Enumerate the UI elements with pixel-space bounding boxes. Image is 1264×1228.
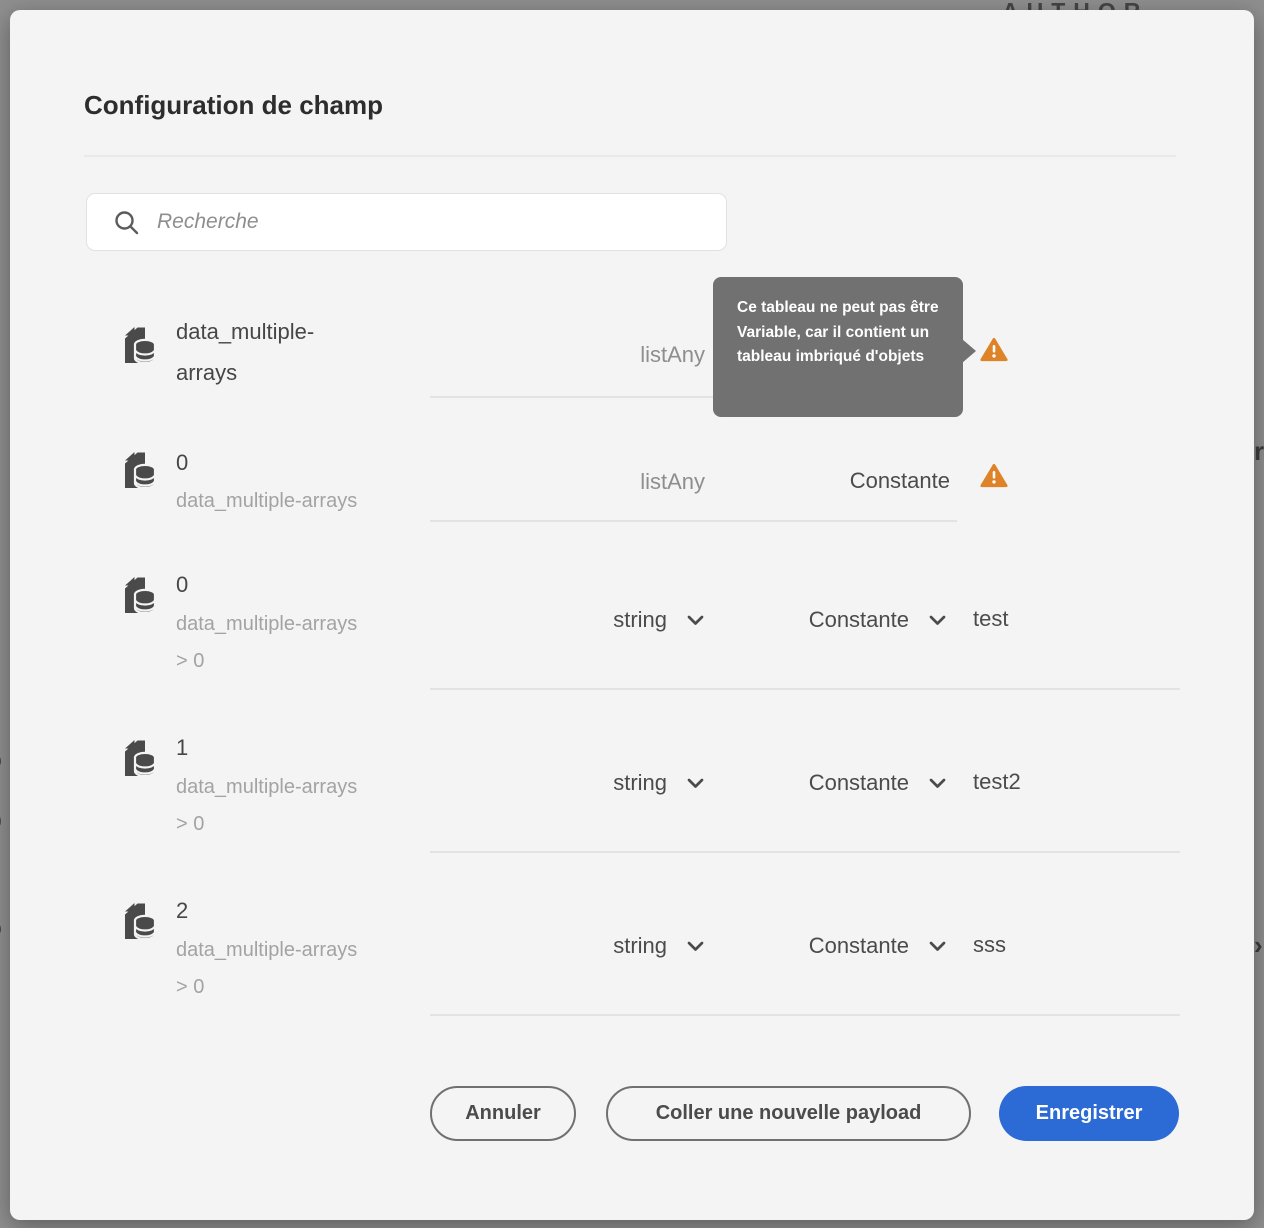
mode-dropdown[interactable]: Constante — [809, 933, 946, 959]
backdrop-fragment: r — [1254, 436, 1264, 467]
array-field-icon — [118, 325, 160, 367]
search-field[interactable] — [86, 193, 727, 251]
row-divider — [430, 1014, 1180, 1016]
field-path-index: > 0 — [176, 976, 204, 999]
array-field-icon — [118, 901, 160, 943]
array-field-icon — [118, 738, 160, 780]
paste-new-payload-button[interactable]: Coller une nouvelle payload — [606, 1086, 971, 1141]
save-button[interactable]: Enregistrer — [999, 1086, 1179, 1141]
warning-tooltip: Ce tableau ne peut pas être Variable, ca… — [713, 277, 963, 417]
tooltip-text: Ce tableau ne peut pas être Variable, ca… — [737, 299, 939, 365]
chevron-down-icon — [687, 941, 704, 952]
field-name: 1 — [176, 727, 366, 768]
tooltip-arrow — [962, 339, 976, 363]
field-path: data_multiple-arrays — [176, 776, 357, 799]
array-field-icon — [118, 450, 160, 492]
constant-value[interactable]: sss — [973, 932, 1006, 958]
cancel-button[interactable]: Annuler — [430, 1086, 576, 1141]
field-type: listAny — [640, 469, 705, 495]
mode-dropdown[interactable]: Constante — [809, 770, 946, 796]
chevron-down-icon — [687, 778, 704, 789]
title-divider — [84, 155, 1176, 157]
field-name: 0 — [176, 442, 366, 483]
chevron-down-icon — [929, 941, 946, 952]
type-dropdown[interactable]: string — [613, 770, 704, 796]
backdrop-clipped-text: AUTHOR — [1002, 0, 1182, 10]
row-divider — [430, 851, 1180, 853]
chevron-down-icon — [929, 778, 946, 789]
search-icon — [113, 209, 140, 236]
warning-icon[interactable] — [980, 337, 1008, 362]
chevron-down-icon — [929, 615, 946, 626]
mode-dropdown-value: Constante — [809, 770, 909, 796]
backdrop-fragment: o — [0, 744, 2, 775]
field-configuration-dialog: Configuration de champ data_multiple-arr… — [10, 10, 1254, 1220]
mode-dropdown[interactable]: Constante — [809, 607, 946, 633]
field-name: 2 — [176, 890, 366, 931]
row-divider — [430, 520, 957, 522]
field-type: listAny — [640, 342, 705, 368]
backdrop-left-fragments: e o b o 5 — [0, 0, 10, 1228]
array-field-icon — [118, 575, 160, 617]
field-path-index: > 0 — [176, 813, 204, 836]
type-dropdown[interactable]: string — [613, 933, 704, 959]
field-name: data_multiple-arrays — [176, 311, 366, 393]
type-dropdown-value: string — [613, 770, 667, 796]
chevron-down-icon — [687, 615, 704, 626]
dialog-title: Configuration de champ — [84, 90, 383, 121]
field-path-index: > 0 — [176, 650, 204, 673]
field-name: 0 — [176, 564, 366, 605]
type-dropdown[interactable]: string — [613, 607, 704, 633]
type-dropdown-value: string — [613, 607, 667, 633]
backdrop-fragment: › — [1254, 930, 1263, 961]
search-input[interactable] — [157, 210, 712, 234]
mode-dropdown-value: Constante — [809, 607, 909, 633]
constant-value[interactable]: test — [973, 606, 1008, 632]
field-path: data_multiple-arrays — [176, 939, 357, 962]
warning-icon[interactable] — [980, 463, 1008, 488]
backdrop-fragment: o — [0, 912, 2, 943]
field-path: data_multiple-arrays — [176, 490, 357, 513]
row-divider — [430, 688, 1180, 690]
field-mode: Constante — [850, 468, 950, 494]
type-dropdown-value: string — [613, 933, 667, 959]
constant-value[interactable]: test2 — [973, 769, 1021, 795]
field-path: data_multiple-arrays — [176, 613, 357, 636]
backdrop-fragment: b — [0, 804, 2, 835]
mode-dropdown-value: Constante — [809, 933, 909, 959]
